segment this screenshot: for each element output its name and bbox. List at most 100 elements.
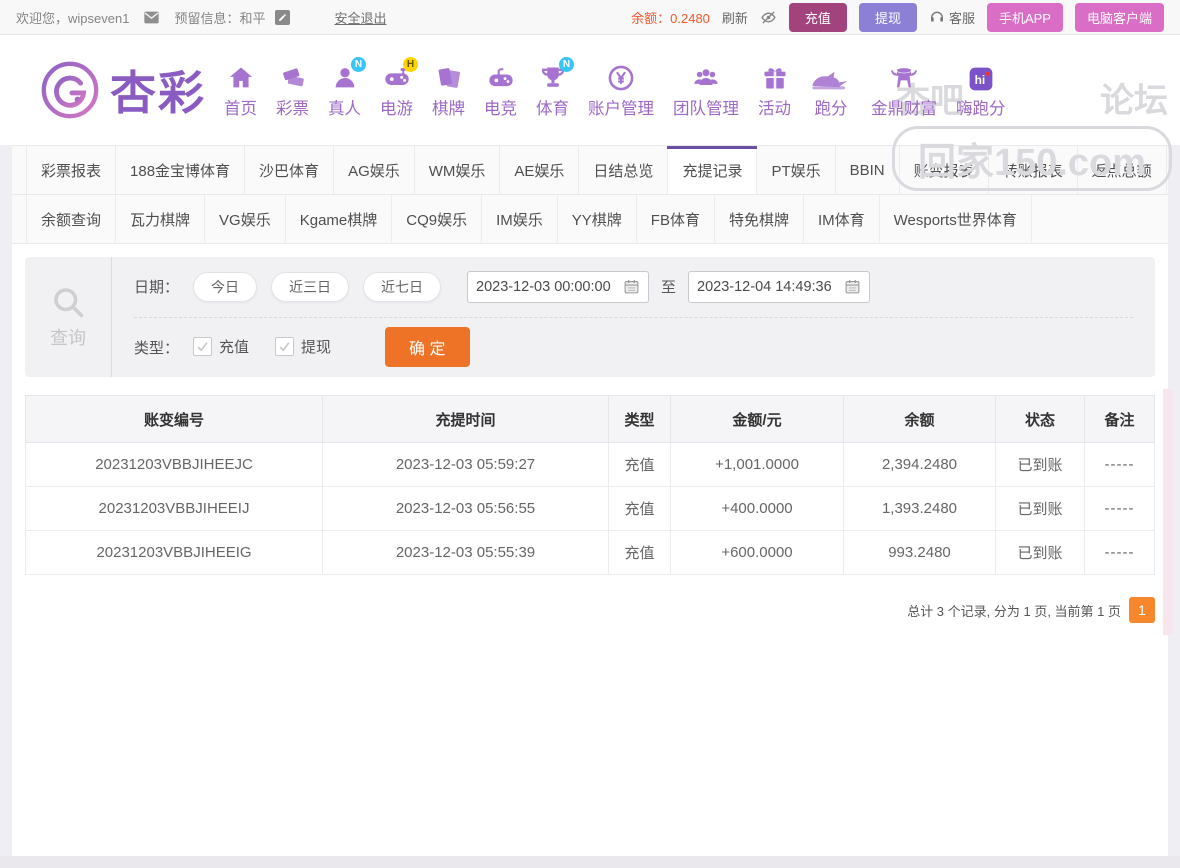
cards-icon [435,62,463,92]
mobile-app-button[interactable]: 手机APP [987,3,1063,32]
col-header-remark: 备注 [1085,396,1155,443]
table-header-row: 账变编号充提时间类型金额/元余额状态备注 [26,396,1155,443]
tab-row1-12[interactable]: 返点总额 [1078,146,1167,194]
customer-service-link[interactable]: 客服 [929,8,975,27]
watermark-right-text: 论坛 [1100,73,1168,122]
tab-row1-11[interactable]: 转账报表 [989,146,1078,194]
calendar-icon[interactable] [623,278,640,295]
nav-item-trophy[interactable]: N体育 [536,62,569,119]
tab-row2-4[interactable]: CQ9娱乐 [392,195,482,243]
tab-row2-3[interactable]: Kgame棋牌 [286,195,393,243]
tab-row2-7[interactable]: FB体育 [637,195,715,243]
withdraw-button[interactable]: 提现 [859,3,917,32]
logout-link[interactable]: 安全退出 [334,8,386,27]
nav-item-label: 首页 [224,95,257,119]
type-checkbox-deposit[interactable]: 充值 [193,336,249,357]
tab-row1-1[interactable]: 188金宝博体育 [116,146,245,194]
col-header-status: 状态 [996,396,1085,443]
nav-item-label: 真人 [328,95,361,119]
badge-n: N [351,57,366,72]
cell-type: 充值 [609,487,671,531]
tabs-row-1: 彩票报表188金宝博体育沙巴体育AG娱乐WM娱乐AE娱乐日结总览充提记录PT娱乐… [12,145,1168,195]
eye-off-icon[interactable] [760,9,777,26]
cell-time: 2023-12-03 05:55:39 [323,531,609,575]
pagination-summary: 总计 3 个记录, 分为 1 页, 当前第 1 页 [907,601,1121,620]
query-label: 查询 [50,324,86,350]
tab-row2-6[interactable]: YY棋牌 [558,195,637,243]
nav-item-lottery-ticket[interactable]: 彩票 [276,62,309,119]
nav-item-tripod[interactable]: 金鼎财富 [871,62,937,119]
tab-row2-10[interactable]: Wesports世界体育 [880,195,1032,243]
col-header-type: 类型 [609,396,671,443]
nav-item-label: 棋牌 [432,95,465,119]
tab-row1-4[interactable]: WM娱乐 [415,146,501,194]
preset-last-3-days-button[interactable]: 近三日 [271,272,349,302]
nav-item-hi-app[interactable]: hi嗨跑分 [956,62,1006,119]
tab-row1-9[interactable]: BBIN [836,146,900,194]
calendar-icon[interactable] [844,278,861,295]
tab-row1-2[interactable]: 沙巴体育 [245,146,334,194]
page-1-button[interactable]: 1 [1129,597,1155,623]
svg-text:hi: hi [974,72,985,86]
nav-item-coin[interactable]: 账户管理 [588,62,654,119]
logo-icon [38,58,102,122]
balance-text: 余额：0.2480 [631,8,710,27]
cell-remark: ----- [1085,443,1155,487]
tab-row2-8[interactable]: 特免棋牌 [715,195,804,243]
tab-row2-1[interactable]: 瓦力棋牌 [116,195,205,243]
customer-service-label: 客服 [949,8,975,27]
refresh-link[interactable]: 刷新 [722,8,748,27]
envelope-icon[interactable] [143,11,160,24]
gift-icon [761,62,789,92]
nav-item-paofen-logo[interactable]: 跑分 [810,62,852,119]
table-row: 20231203VBBJIHEEJC2023-12-03 05:59:27充值+… [26,443,1155,487]
main-card: 彩票报表188金宝博体育沙巴体育AG娱乐WM娱乐AE娱乐日结总览充提记录PT娱乐… [12,145,1168,856]
cell-type: 充值 [609,531,671,575]
tab-row1-10[interactable]: 账变报表 [900,146,989,194]
nav-item-label: 体育 [536,95,569,119]
brand-logo[interactable]: 杏彩 [38,57,206,123]
main-nav: 首页彩票 N真人 H电游棋牌电竞 N体育账户管理团队管理活动跑分金鼎财富 hi嗨跑分 [224,62,1006,119]
tab-row2-5[interactable]: IM娱乐 [482,195,558,243]
tab-row1-0[interactable]: 彩票报表 [26,146,116,194]
pc-client-button[interactable]: 电脑客户端 [1075,3,1164,32]
coin-icon [607,62,635,92]
nav-item-label: 金鼎财富 [871,95,937,119]
tab-row1-8[interactable]: PT娱乐 [757,146,835,194]
nav-item-team[interactable]: 团队管理 [673,62,739,119]
edit-icon[interactable] [275,10,290,25]
tab-row1-6[interactable]: 日结总览 [579,146,668,194]
cell-balance: 1,393.2480 [844,487,996,531]
tab-row1-5[interactable]: AE娱乐 [500,146,579,194]
home-icon [227,62,255,92]
nav-item-esports-gamepad[interactable]: 电竞 [484,62,517,119]
preset-last-7-days-button[interactable]: 近七日 [363,272,441,302]
nav-item-home[interactable]: 首页 [224,62,257,119]
type-checkbox-withdraw[interactable]: 提现 [275,336,331,357]
tab-row2-0[interactable]: 余额查询 [26,195,116,243]
team-icon [691,62,721,92]
confirm-button[interactable]: 确 定 [385,327,469,367]
type-checkbox-label: 充值 [219,336,249,357]
cell-time: 2023-12-03 05:59:27 [323,443,609,487]
tab-row1-3[interactable]: AG娱乐 [334,146,415,194]
date-from-value: 2023-12-03 00:00:00 [476,279,611,295]
date-from-input[interactable]: 2023-12-03 00:00:00 [467,271,649,303]
tab-row2-9[interactable]: IM体育 [804,195,880,243]
nav-item-cards[interactable]: 棋牌 [432,62,465,119]
type-label: 类型： [134,337,179,358]
cell-remark: ----- [1085,531,1155,575]
site-header: 杏彩 首页彩票N真人H电游棋牌电竞N体育账户管理团队管理活动跑分金鼎财富hi嗨跑… [0,35,1180,145]
date-to-input[interactable]: 2023-12-04 14:49:36 [688,271,870,303]
cell-amount: +400.0000 [671,487,844,531]
preset-today-button[interactable]: 今日 [193,272,257,302]
nav-item-live-person[interactable]: N真人 [328,62,361,119]
checkbox-icon [193,337,212,356]
nav-item-slots-gamepad[interactable]: H电游 [380,62,413,119]
deposit-button[interactable]: 充值 [789,3,847,32]
paofen-logo-icon [810,62,852,92]
tab-row1-7[interactable]: 充提记录 [668,146,757,194]
tab-row2-2[interactable]: VG娱乐 [205,195,286,243]
footer-strip [0,856,1180,868]
nav-item-gift[interactable]: 活动 [758,62,791,119]
